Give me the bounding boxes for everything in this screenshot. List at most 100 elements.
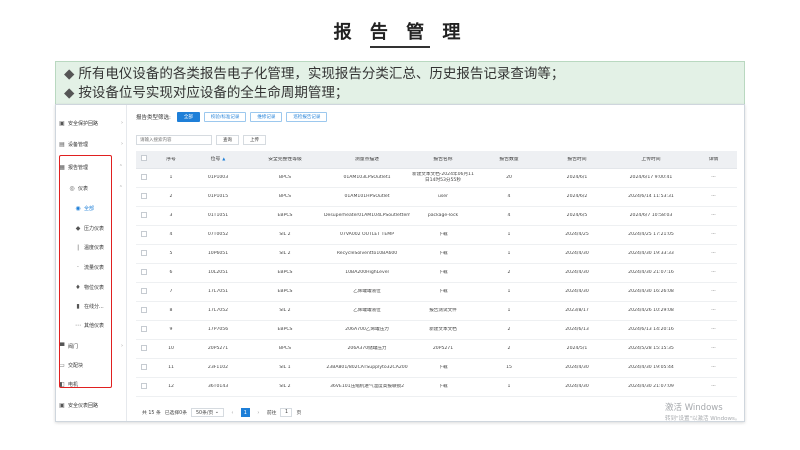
row-detail-button[interactable]: ···	[690, 384, 737, 390]
table-row[interactable]: 2 01P1015 BPCS 01AM101HPSOutlet user 4 2024/6/…	[136, 188, 737, 207]
chevron-right-icon: ›	[121, 120, 123, 126]
select-all-checkbox[interactable]	[136, 155, 152, 164]
row-number: 2	[169, 194, 173, 199]
table-row[interactable]: 4 07T0052 SIL 2 07VA002 OUTLET TEMP 下载 1 2024/…	[136, 226, 737, 245]
column-header-detail[interactable]: 详情	[690, 157, 737, 163]
row-checkbox[interactable]	[136, 325, 152, 335]
table-row[interactable]: 11 23F1102 SIL 1 23BA801/802CATSupplyto32CA…	[136, 359, 737, 378]
row-checkbox[interactable]	[136, 382, 152, 392]
device-icon: ▤	[59, 140, 65, 148]
query-button[interactable]: 查询	[216, 135, 239, 145]
row-detail-button[interactable]: ···	[690, 270, 737, 276]
table-row[interactable]: 10 20P5271 BPCS 206A370储罐压力 20P5271 2 2024/5/1…	[136, 340, 737, 359]
chevron-right-icon: ›	[121, 141, 123, 147]
row-detail-button[interactable]: ···	[690, 175, 737, 181]
pagination: 共 15 条 已选择0条 50条/页 ⌄ ‹ 1 › 前往 1 页	[142, 408, 301, 417]
row-checkbox[interactable]	[136, 211, 152, 221]
row-checkbox[interactable]	[136, 287, 152, 297]
row-detail-button[interactable]: ···	[690, 251, 737, 257]
row-report-name[interactable]: 下载	[410, 251, 476, 257]
sidebar-item-safety-instrument-loop[interactable]: ▣ 安全仪表回路	[56, 397, 127, 413]
filter-calibration-button[interactable]: 校验/标准记录	[203, 112, 247, 122]
row-report-name[interactable]: 下载	[410, 270, 476, 276]
slide-title: 报 告 管 理	[333, 22, 467, 43]
row-report-name[interactable]: 下载	[410, 289, 476, 295]
row-report-name[interactable]: 新建文本文档	[410, 327, 476, 333]
sidebar-item-safety-protection-loop[interactable]: ▣ 安全保护回路 ›	[56, 115, 127, 131]
filter-all-button[interactable]: 全部	[176, 112, 200, 122]
sidebar-item-device-management[interactable]: ▤ 设备管理 ›	[56, 136, 127, 152]
row-checkbox[interactable]	[136, 306, 152, 316]
row-detail-button[interactable]: ···	[690, 308, 737, 314]
table-row[interactable]: 6 10L2051 EBPCS 10BA200HighLevel 下载 2 2024/4/3…	[136, 264, 737, 283]
row-checkbox[interactable]	[136, 249, 152, 259]
column-header-sil[interactable]: 安全完整性等级	[246, 157, 324, 163]
row-detail-button[interactable]: ···	[690, 213, 737, 219]
row-description: 01AM101HPSOutlet	[344, 194, 390, 199]
diamond-bullet-icon: ◆	[64, 66, 75, 82]
row-detail-button[interactable]: ···	[690, 232, 737, 238]
row-tag: 07T0052	[207, 232, 229, 237]
filter-inspection-button[interactable]: 巡检报告记录	[286, 112, 328, 122]
column-header-upload-time[interactable]: 上传时间	[612, 157, 690, 163]
table-row[interactable]: 5 10P6051 SIL 2 RecycleSolventto10BA600 下载 1 2…	[136, 245, 737, 264]
description-bullet-2: ◆ 按设备位号实现对应设备的全生命周期管理；	[64, 85, 349, 101]
row-report-name[interactable]: 报告测试文件	[410, 308, 476, 314]
row-sil: BPCS	[278, 194, 292, 199]
row-checkbox[interactable]	[136, 344, 152, 354]
row-report-name[interactable]: 下载	[410, 365, 476, 371]
column-header-tag[interactable]: 位号 ▲	[190, 156, 246, 163]
row-detail-button[interactable]: ···	[690, 289, 737, 295]
row-report-time: 2024/6/1	[566, 175, 588, 180]
row-tag: 01P1015	[207, 194, 229, 199]
goto-page-input[interactable]: 1	[280, 408, 293, 417]
app-window: ▣ 安全保护回路 › ▤ 设备管理 › ▦ 报告管理 ⌃ ◎ 仪表 ⌃ ◉ 全部 ◆ 压力仪表 ❘ 温…	[55, 104, 745, 422]
next-page-button[interactable]: ›	[254, 408, 263, 417]
row-number: 4	[169, 232, 173, 237]
row-report-name[interactable]: 20P5271	[410, 346, 476, 352]
table-row[interactable]: 8 17L7052 SIL 2 乙烯罐罐液位 报告测试文件 1 2023/8/17 2024/…	[136, 302, 737, 321]
row-detail-button[interactable]: ···	[690, 365, 737, 371]
table-row[interactable]: 3 01T1051 EBPCS Desuperheater01AM104LPSoutl…	[136, 207, 737, 226]
row-upload-time: 2024/4/26 10:29:08	[628, 308, 674, 313]
row-checkbox[interactable]	[136, 192, 152, 202]
row-report-name[interactable]: 新建文本文档-2024年06月11日14时53分55秒	[410, 172, 476, 184]
column-header-report-time[interactable]: 报告时间	[542, 157, 612, 163]
row-report-time: 2024/4/30	[565, 289, 589, 294]
row-sil: EBPCS	[277, 327, 293, 332]
row-report-name[interactable]: 下载	[410, 232, 476, 238]
column-header-report-count[interactable]: 报告数量	[476, 157, 542, 163]
row-detail-button[interactable]: ···	[690, 194, 737, 200]
filter-maintenance-button[interactable]: 维修记录	[250, 112, 283, 122]
row-report-name[interactable]: 下载	[410, 384, 476, 390]
row-report-count: 2	[507, 327, 511, 332]
table-row[interactable]: 12 36T0143 SIL 2 36VE101压缩机进气温度高报联锁2 下载 1 2024…	[136, 378, 737, 397]
selected-count: 已选择0条	[164, 411, 187, 416]
row-report-name[interactable]: package-lock	[410, 213, 476, 219]
page-size-select[interactable]: 50条/页 ⌄	[191, 408, 224, 417]
column-header-description[interactable]: 测量点描述	[324, 157, 410, 163]
table-row[interactable]: 7 17L7051 EBPCS 乙烯罐罐液位 下载 1 2024/4/30 2024/4/30…	[136, 283, 737, 302]
row-description: 07VA002 OUTLET TEMP	[339, 232, 395, 237]
row-checkbox[interactable]	[136, 268, 152, 278]
row-checkbox[interactable]	[136, 173, 152, 183]
row-tag: 17L7052	[207, 308, 229, 313]
row-report-time: 2024/4/25	[565, 232, 589, 237]
current-page-button[interactable]: 1	[240, 408, 250, 417]
table-row[interactable]: 1 01P1003 BPCS 01AM103LPSOutlet1 新建文本文档-2024…	[136, 169, 737, 188]
search-input[interactable]	[136, 135, 212, 145]
upload-button[interactable]: 上传	[243, 135, 266, 145]
sort-arrow-icon[interactable]: ▲	[222, 156, 225, 161]
title-underline	[370, 46, 430, 48]
row-checkbox[interactable]	[136, 230, 152, 240]
table-row[interactable]: 9 17P7056 EBPCS 206A700乙烯罐压力 新建文本文档 2 2024/6/1…	[136, 321, 737, 340]
column-header-report-name[interactable]: 报告名称	[410, 157, 476, 163]
row-detail-button[interactable]: ···	[690, 327, 737, 333]
row-checkbox[interactable]	[136, 363, 152, 373]
prev-page-button[interactable]: ‹	[228, 408, 237, 417]
main-content: 报告类型筛选: 全部 校验/标准记录 维修记录 巡检报告记录 查询 上传 序号 …	[128, 105, 744, 421]
row-detail-button[interactable]: ···	[690, 346, 737, 352]
column-header-no[interactable]: 序号	[152, 157, 190, 163]
row-report-time: 2024/4/30	[565, 270, 589, 275]
row-report-name[interactable]: user	[410, 194, 476, 200]
